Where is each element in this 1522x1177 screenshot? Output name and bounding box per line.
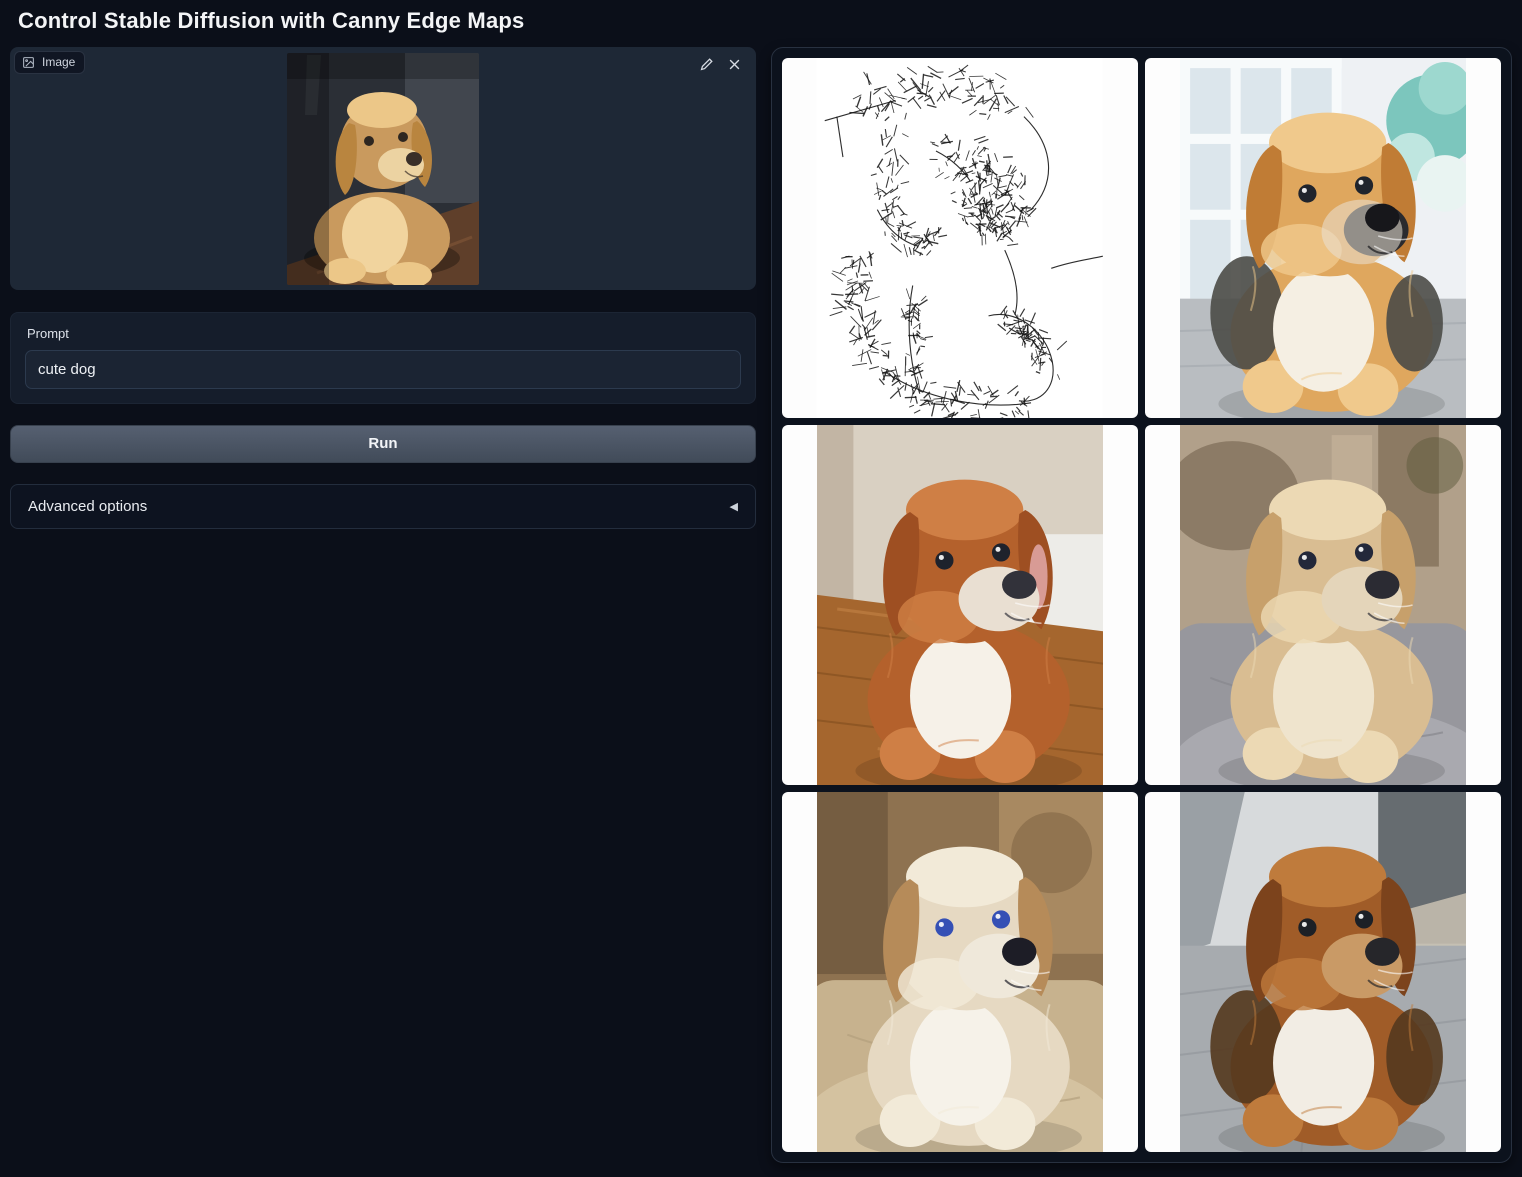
clear-image-button[interactable] xyxy=(721,54,747,78)
gallery-image-0 xyxy=(812,58,1107,418)
image-icon xyxy=(22,56,35,69)
collapse-arrow-icon: ◀ xyxy=(730,500,738,513)
input-image-panel: Image xyxy=(10,47,756,290)
gallery-item-generated-dog-2[interactable] xyxy=(782,425,1138,785)
gallery-image-2 xyxy=(817,425,1103,785)
image-label: Image xyxy=(14,51,85,74)
advanced-options-accordion[interactable]: Advanced options ◀ xyxy=(10,484,756,529)
gallery-item-canny-edge-map[interactable] xyxy=(782,58,1138,418)
prompt-label: Prompt xyxy=(27,326,741,341)
image-actions xyxy=(693,54,747,78)
gallery-image-3 xyxy=(1180,425,1466,785)
prompt-input[interactable] xyxy=(25,350,741,389)
close-icon xyxy=(727,57,742,75)
run-button[interactable]: Run xyxy=(10,425,756,463)
gallery-item-generated-dog-4[interactable] xyxy=(782,792,1138,1152)
app-page: Control Stable Diffusion with Canny Edge… xyxy=(0,0,1522,1177)
edit-image-button[interactable] xyxy=(693,54,719,78)
prompt-panel: Prompt xyxy=(10,312,756,404)
pencil-icon xyxy=(699,57,714,75)
gallery-item-generated-dog-5[interactable] xyxy=(1145,792,1501,1152)
gallery-image-4 xyxy=(817,792,1103,1152)
main-columns: Image xyxy=(10,47,1512,1163)
output-gallery xyxy=(771,47,1512,1163)
gallery-item-generated-dog-1[interactable] xyxy=(1145,58,1501,418)
input-image[interactable] xyxy=(287,53,479,285)
input-column: Image xyxy=(10,47,756,529)
image-label-text: Image xyxy=(42,55,75,69)
gallery-image-5 xyxy=(1180,792,1466,1152)
advanced-options-label: Advanced options xyxy=(28,498,147,515)
page-title: Control Stable Diffusion with Canny Edge… xyxy=(18,8,1512,34)
gallery-item-generated-dog-3[interactable] xyxy=(1145,425,1501,785)
gallery-image-1 xyxy=(1180,58,1466,418)
